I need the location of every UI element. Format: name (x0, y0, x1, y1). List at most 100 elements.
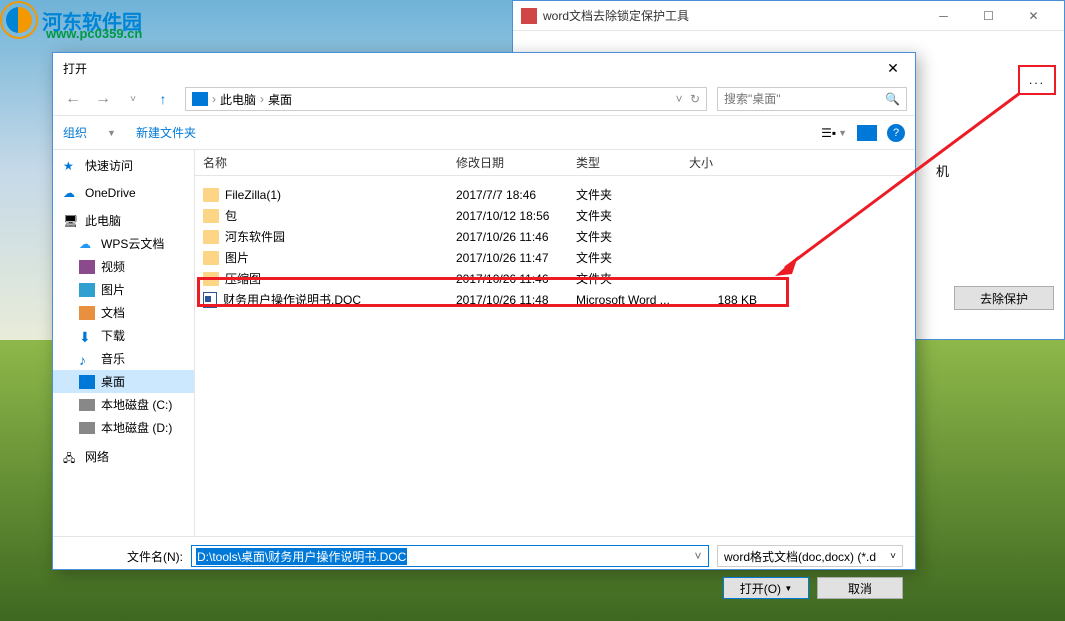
help-button[interactable]: ? (887, 124, 905, 142)
file-date: 2017/7/7 18:46 (456, 188, 576, 202)
breadcrumb[interactable]: › 此电脑 › 桌面 ˅ ↻ (185, 87, 707, 111)
file-name: FileZilla(1) (225, 188, 281, 202)
cancel-button[interactable]: 取消 (817, 577, 903, 599)
header-date[interactable]: 修改日期 (456, 154, 576, 171)
header-name[interactable]: 名称 (203, 154, 456, 171)
dialog-title: 打开 (63, 60, 881, 77)
sidebar-this-pc[interactable]: 此电脑 (53, 209, 194, 232)
preview-pane-button[interactable] (857, 125, 877, 141)
file-name: 包 (225, 207, 237, 224)
navigation-sidebar: 快速访问 OneDrive 此电脑 WPS云文档 视频 图片 文档 下载 音乐 … (53, 150, 195, 536)
download-icon (79, 329, 95, 343)
pc-icon (63, 214, 79, 228)
video-icon (79, 260, 95, 274)
file-date: 2017/10/12 18:56 (456, 209, 576, 223)
search-icon[interactable]: 🔍 (885, 92, 900, 106)
open-button[interactable]: 打开(O) ▼ (723, 577, 809, 599)
tool-side-label: 机 (936, 161, 949, 180)
folder-icon (203, 272, 219, 286)
music-icon (79, 352, 95, 366)
file-type: 文件夹 (576, 270, 689, 287)
sidebar-onedrive[interactable]: OneDrive (53, 183, 194, 203)
file-date: 2017/10/26 11:46 (456, 230, 576, 244)
sidebar-downloads[interactable]: 下载 (53, 324, 194, 347)
search-box[interactable]: 🔍 (717, 87, 907, 111)
nav-back-button[interactable]: ← (61, 87, 85, 111)
filename-label: 文件名(N): (65, 548, 183, 565)
file-open-dialog: 打开 ✕ ← → ˅ ↑ › 此电脑 › 桌面 ˅ ↻ 🔍 组织▼ 新建文件夹 … (52, 52, 916, 570)
file-name: 图片 (225, 249, 249, 266)
star-icon (63, 159, 79, 173)
tool-titlebar[interactable]: word文档去除锁定保护工具 ─ ☐ ✕ (513, 1, 1064, 31)
list-item[interactable]: 压缩图 2017/10/26 11:46文件夹 (195, 268, 915, 289)
list-item[interactable]: 包 2017/10/12 18:56文件夹 (195, 205, 915, 226)
tool-title: word文档去除锁定保护工具 (543, 7, 921, 24)
dialog-nav-bar: ← → ˅ ↑ › 此电脑 › 桌面 ˅ ↻ 🔍 (53, 83, 915, 116)
desktop-icon (79, 375, 95, 389)
sidebar-music[interactable]: 音乐 (53, 347, 194, 370)
file-date: 2017/10/26 11:48 (456, 293, 576, 307)
file-list: 名称 修改日期 类型 大小 FileZilla(1) 2017/7/7 18:46… (195, 150, 915, 536)
header-type[interactable]: 类型 (576, 154, 689, 171)
word-doc-icon (203, 292, 217, 308)
breadcrumb-refresh-icon[interactable]: ↻ (690, 92, 700, 106)
maximize-button[interactable]: ☐ (966, 2, 1011, 30)
nav-forward-button[interactable]: → (91, 87, 115, 111)
file-name: 河东软件园 (225, 228, 285, 245)
list-header: 名称 修改日期 类型 大小 (195, 150, 915, 176)
list-item[interactable]: 财务用户操作说明书.DOC2017/10/26 11:48Microsoft W… (195, 289, 915, 310)
breadcrumb-pc[interactable]: 此电脑 (220, 91, 256, 108)
nav-recent-dropdown[interactable]: ˅ (121, 87, 145, 111)
list-item[interactable]: 图片 2017/10/26 11:47文件夹 (195, 247, 915, 268)
sidebar-disk-d[interactable]: 本地磁盘 (D:) (53, 416, 194, 439)
file-type: 文件夹 (576, 249, 689, 266)
organize-menu[interactable]: 组织 (63, 124, 87, 141)
browse-button[interactable]: ... (1018, 65, 1056, 95)
folder-icon (203, 209, 219, 223)
header-size[interactable]: 大小 (689, 154, 769, 171)
file-date: 2017/10/26 11:46 (456, 272, 576, 286)
sidebar-disk-c[interactable]: 本地磁盘 (C:) (53, 393, 194, 416)
remove-protection-button[interactable]: 去除保护 (954, 286, 1054, 310)
file-name: 压缩图 (225, 270, 261, 287)
file-type: Microsoft Word ... (576, 293, 689, 307)
list-item[interactable]: 河东软件园 2017/10/26 11:46文件夹 (195, 226, 915, 247)
breadcrumb-dropdown-icon[interactable]: ˅ (676, 92, 683, 106)
search-input[interactable] (724, 92, 885, 106)
dialog-close-button[interactable]: ✕ (881, 56, 905, 80)
file-type: 文件夹 (576, 228, 689, 245)
file-size: 188 KB (689, 293, 769, 307)
folder-icon (203, 230, 219, 244)
sidebar-video[interactable]: 视频 (53, 255, 194, 278)
site-url: www.pc0359.cn (46, 26, 142, 41)
dialog-toolbar: 组织▼ 新建文件夹 ☰▪▼ ? (53, 116, 915, 150)
pc-icon (192, 92, 208, 106)
filetype-filter[interactable]: word格式文档(doc,docx) (*.d˅ (717, 545, 903, 567)
view-options-button[interactable]: ☰▪▼ (821, 126, 847, 140)
minimize-button[interactable]: ─ (921, 2, 966, 30)
sidebar-desktop[interactable]: 桌面 (53, 370, 194, 393)
sidebar-quick-access[interactable]: 快速访问 (53, 154, 194, 177)
dialog-titlebar[interactable]: 打开 ✕ (53, 53, 915, 83)
site-logo-icon (0, 1, 38, 39)
new-folder-button[interactable]: 新建文件夹 (136, 124, 196, 141)
file-type: 文件夹 (576, 186, 689, 203)
sidebar-pictures[interactable]: 图片 (53, 278, 194, 301)
dialog-footer: 文件名(N): D:\tools\桌面\财务用户操作说明书.DOC ˅ word… (53, 536, 915, 600)
file-type: 文件夹 (576, 207, 689, 224)
file-date: 2017/10/26 11:47 (456, 251, 576, 265)
pictures-icon (79, 283, 95, 297)
list-item[interactable]: FileZilla(1) 2017/7/7 18:46文件夹 (195, 184, 915, 205)
filename-input[interactable]: D:\tools\桌面\财务用户操作说明书.DOC ˅ (191, 545, 709, 567)
disk-icon (79, 399, 95, 411)
folder-icon (203, 251, 219, 265)
sidebar-documents[interactable]: 文档 (53, 301, 194, 324)
documents-icon (79, 306, 95, 320)
sidebar-network[interactable]: 网络 (53, 445, 194, 468)
breadcrumb-desktop[interactable]: 桌面 (268, 91, 292, 108)
sidebar-wps[interactable]: WPS云文档 (53, 232, 194, 255)
wps-cloud-icon (79, 237, 95, 251)
close-button[interactable]: ✕ (1011, 2, 1056, 30)
nav-up-button[interactable]: ↑ (151, 87, 175, 111)
folder-icon (203, 188, 219, 202)
